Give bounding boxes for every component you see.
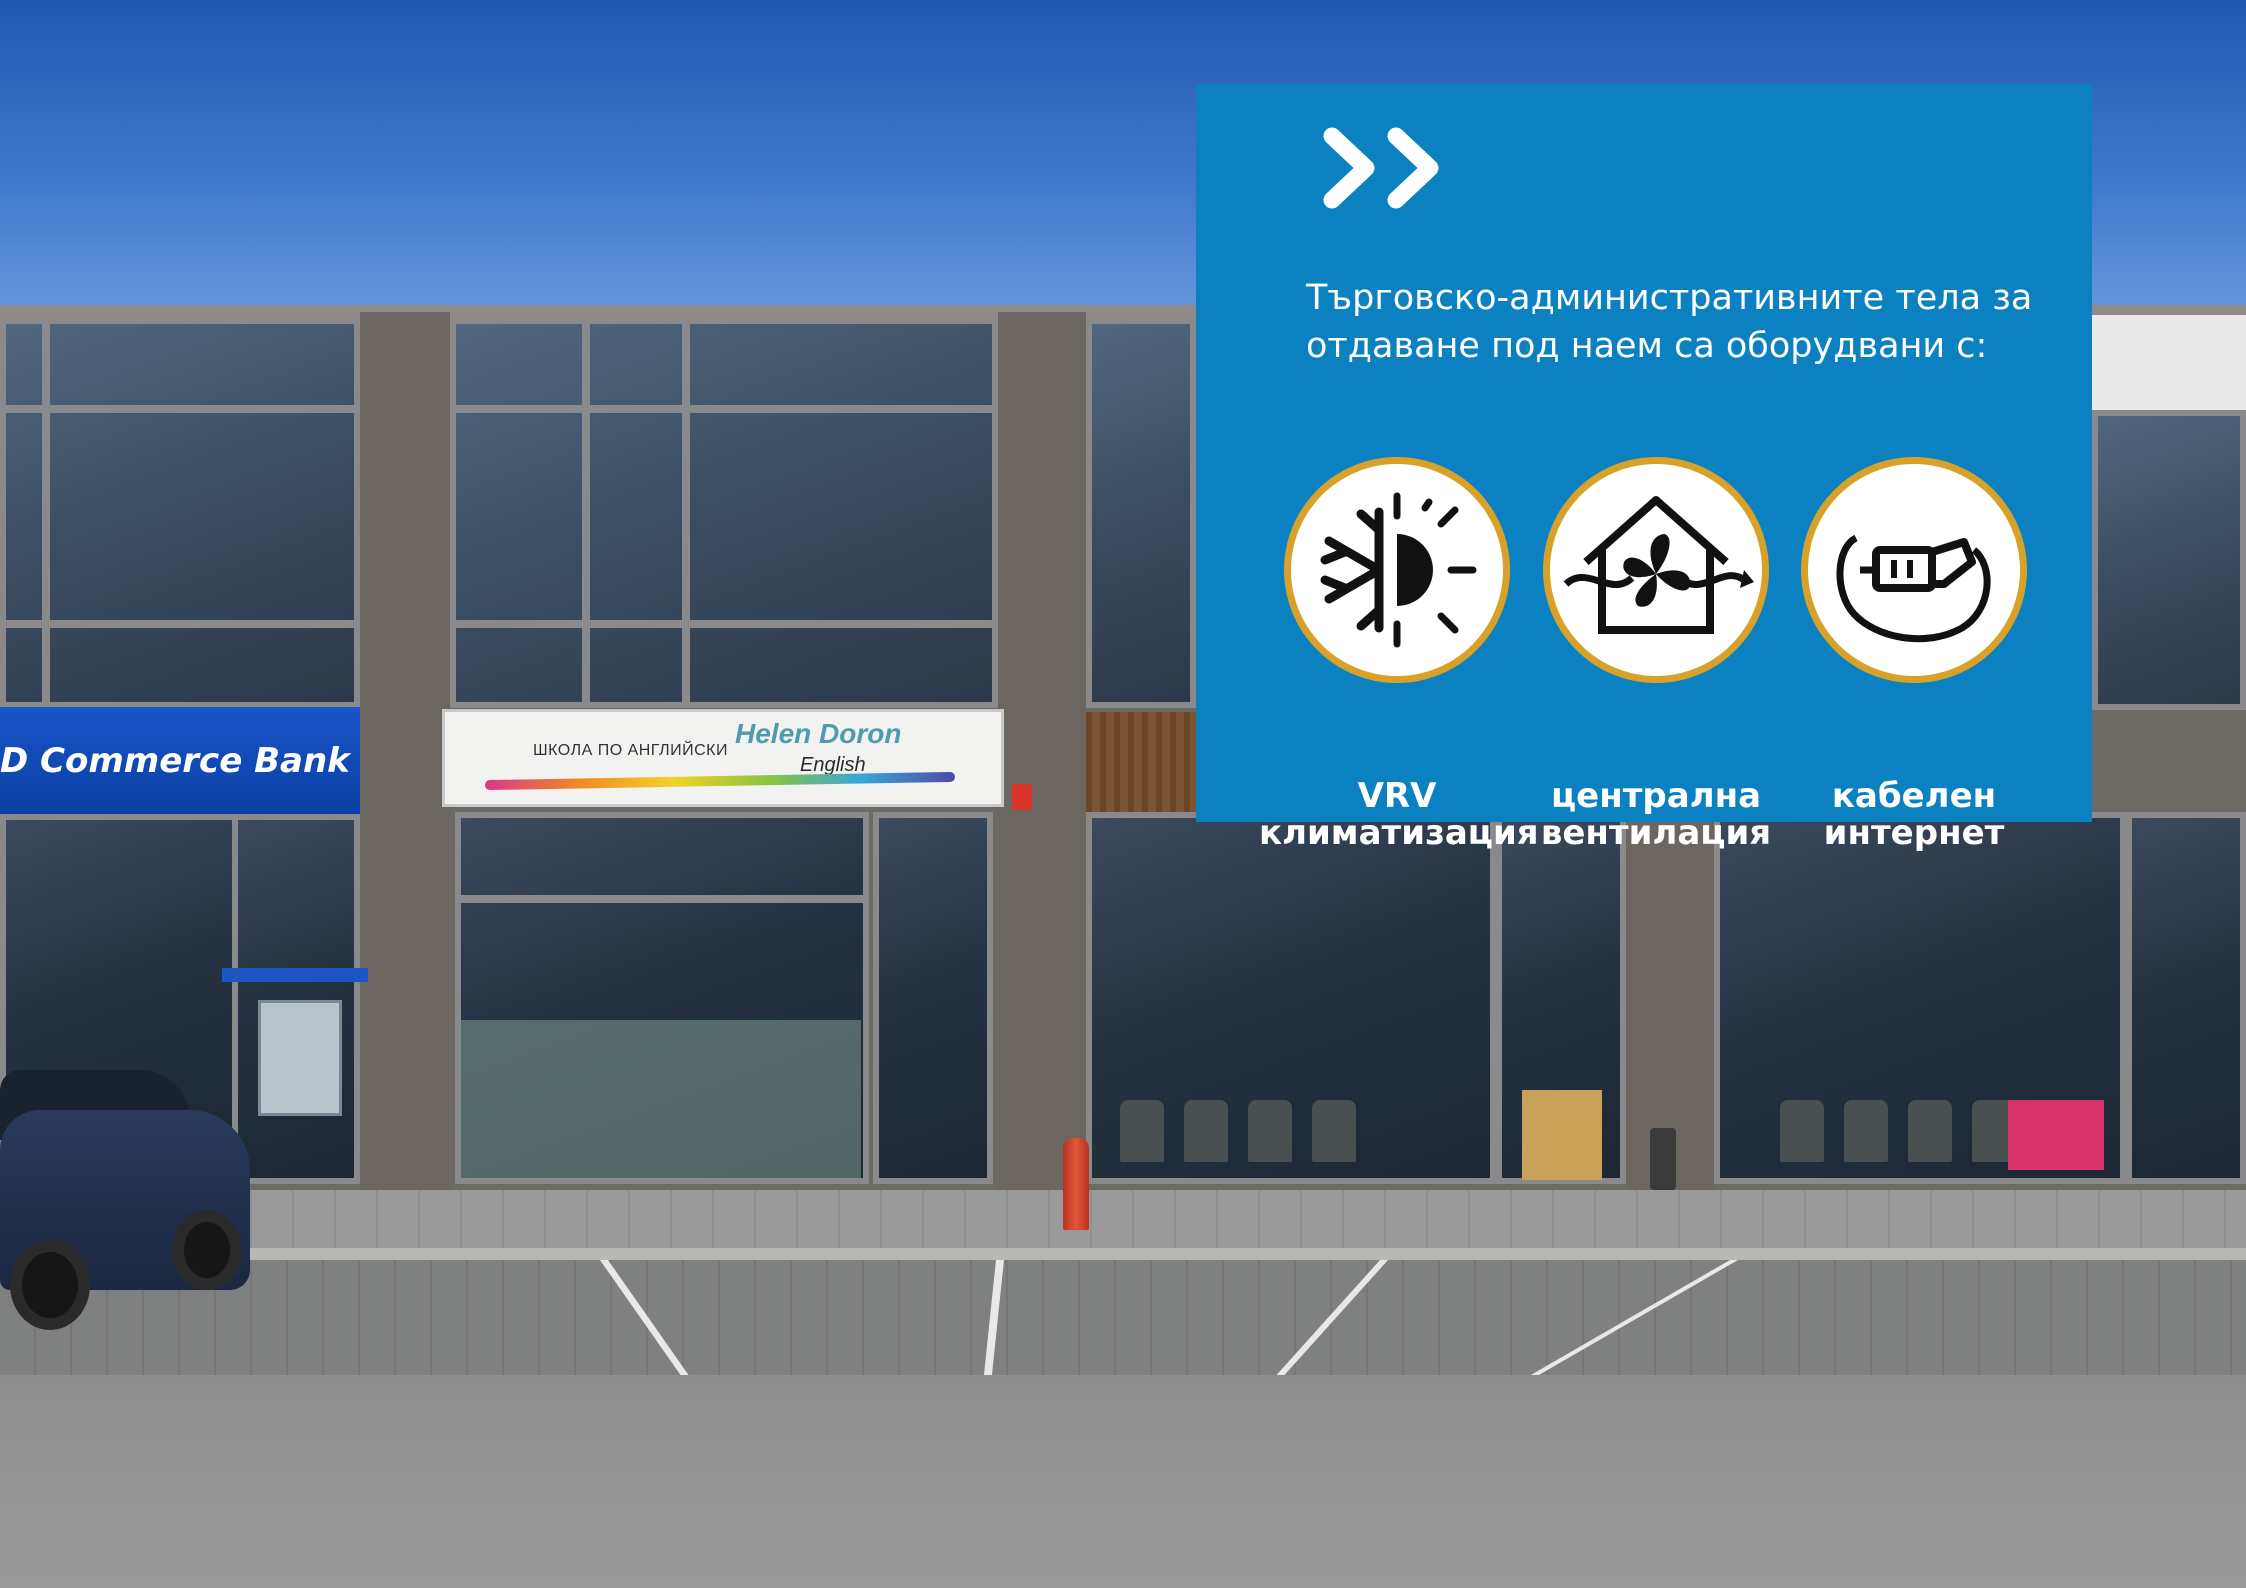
- info-panel: Търговско-административните тела за отда…: [1196, 84, 2092, 852]
- storefront-glass: [232, 814, 360, 1184]
- parking-lot: [0, 1260, 2246, 1378]
- cable-plug-icon: [1801, 457, 2027, 683]
- bank-sign-text: D Commerce Bank: [0, 740, 350, 781]
- reception-counter: [1522, 1090, 1602, 1180]
- upper-window: [2092, 410, 2246, 710]
- car-wheel: [10, 1240, 90, 1330]
- feature-label-line-1: централна: [1550, 776, 1762, 816]
- house-ventilation-fan-icon: [1543, 457, 1769, 683]
- parked-car: [0, 1040, 250, 1340]
- snowflake-sun-icon: [1284, 457, 1510, 683]
- alarm-box: [1012, 784, 1032, 810]
- pink-sofa: [2008, 1100, 2104, 1170]
- window-mullion: [0, 405, 360, 413]
- chair: [1184, 1100, 1228, 1162]
- school-sign: ШКОЛА ПО АНГЛИЙСКИ Helen Doron English: [442, 709, 1004, 807]
- window-mullion: [450, 405, 998, 413]
- feature-label-line-1: VRV: [1357, 776, 1437, 816]
- feature-label-line-2: климатизация: [1259, 813, 1539, 853]
- feature-label: кабелен интернет: [1776, 778, 2052, 852]
- bank-sign: D Commerce Bank: [0, 707, 360, 814]
- chair: [1780, 1100, 1824, 1162]
- feature-label: централна вентилация: [1518, 778, 1794, 852]
- sidewalk: [0, 1190, 2246, 1252]
- feature-label-line-2: интернет: [1823, 813, 2005, 853]
- facade-pillar: [998, 312, 1086, 1192]
- school-sign-label: ШКОЛА ПО АНГЛИЙСКИ: [533, 742, 728, 759]
- window-mullion: [455, 895, 869, 903]
- chair: [1312, 1100, 1356, 1162]
- feature-label-line-1: кабелен: [1831, 776, 1997, 816]
- chair: [1120, 1100, 1164, 1162]
- rainbow-stripe: [485, 771, 955, 791]
- chair: [1908, 1100, 1952, 1162]
- window-mullion: [450, 620, 998, 628]
- entrance-door: [873, 812, 993, 1184]
- road: [0, 1375, 2246, 1588]
- upper-window: [1086, 318, 1196, 708]
- double-chevron-right-icon: [1323, 127, 1439, 209]
- window-mullion: [582, 318, 590, 708]
- panel-intro-line-1: Търговско-административните тела за: [1306, 278, 2033, 318]
- facade-pillar: [360, 312, 450, 1192]
- panel-intro: Търговско-административните тела за отда…: [1306, 274, 2066, 370]
- facade-panel: [2090, 315, 2246, 410]
- feature-label: VRV климатизация: [1259, 776, 1539, 853]
- panel-intro-line-2: отдаване под наем са оборудвани с:: [1306, 326, 1988, 366]
- fire-hydrant: [1063, 1138, 1089, 1230]
- chair: [1248, 1100, 1292, 1162]
- feature-label-line-2: вентилация: [1540, 813, 1772, 853]
- cafe-chairs: [1120, 1100, 1376, 1170]
- upper-window: [450, 318, 998, 708]
- window-mullion: [682, 318, 690, 708]
- atm-machine: [258, 1000, 342, 1116]
- window-mullion: [42, 318, 50, 708]
- wood-panel: [1086, 712, 1196, 812]
- window-mullion: [0, 620, 360, 628]
- chair: [1844, 1100, 1888, 1162]
- trash-bin: [1650, 1128, 1676, 1190]
- frosted-glass: [461, 1020, 861, 1178]
- atm-canopy: [222, 968, 368, 982]
- upper-window: [0, 318, 360, 708]
- car-wheel: [172, 1210, 242, 1290]
- entrance-door: [2126, 812, 2246, 1184]
- school-brand: Helen Doron: [735, 718, 902, 749]
